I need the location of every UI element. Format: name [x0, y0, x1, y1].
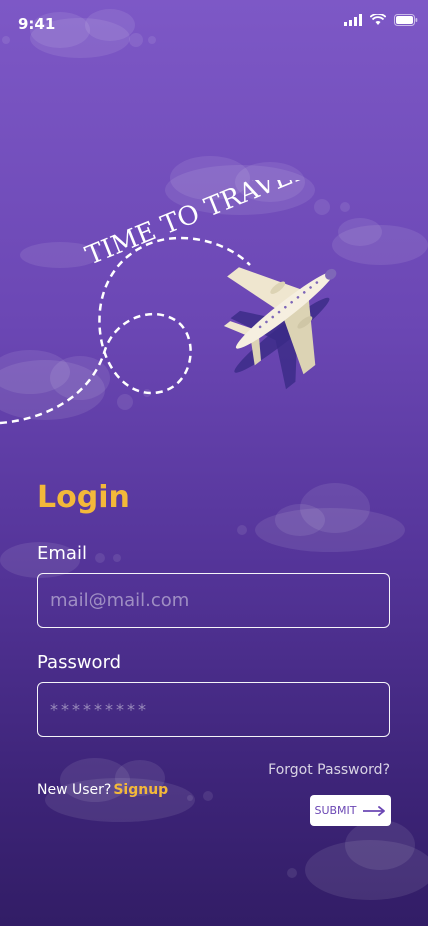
submit-button[interactable]: SUBMIT	[310, 795, 391, 826]
signup-row: New User? Signup	[37, 782, 168, 798]
wifi-icon	[370, 14, 386, 25]
email-label: Email	[37, 543, 87, 564]
submit-label: SUBMIT	[314, 804, 357, 817]
status-icons	[344, 14, 418, 26]
airplane-icon	[223, 267, 337, 390]
flight-path	[0, 236, 251, 425]
new-user-text: New User?	[37, 782, 112, 798]
battery-icon	[394, 14, 418, 26]
email-field[interactable]	[37, 573, 390, 628]
status-bar: 9:41	[0, 0, 428, 46]
hero-tagline: TIME TO TRAVEL	[81, 180, 313, 271]
login-title: Login	[37, 480, 130, 515]
password-field[interactable]	[37, 682, 390, 737]
forgot-password-link[interactable]: Forgot Password?	[268, 762, 390, 778]
arrow-right-icon	[362, 805, 385, 816]
signup-link[interactable]: Signup	[113, 782, 168, 798]
status-time: 9:41	[18, 15, 56, 33]
login-screen: 9:41 TIME TO TRAVEL Login Email mail@mai…	[0, 0, 428, 926]
signal-icon	[344, 14, 362, 26]
hero-illustration: TIME TO TRAVEL	[0, 180, 337, 425]
password-label: Password	[37, 652, 122, 673]
